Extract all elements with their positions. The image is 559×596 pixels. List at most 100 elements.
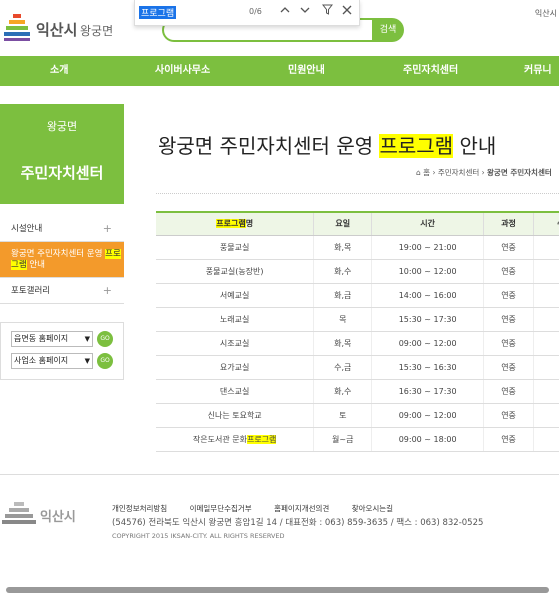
breadcrumb-home[interactable]: 홈 — [423, 168, 430, 177]
page-title: 왕궁면 주민자치센터 운영 프로그램 안내 — [158, 130, 496, 159]
column-header-course: 과정 — [483, 211, 535, 236]
home-icon[interactable]: ⌂ — [416, 168, 421, 177]
table-row: 신나는 토요학교 토 09:00 ~ 12:00 연중 — [156, 403, 559, 428]
nav-item-cyber-office[interactable]: 사이버사무소 — [155, 56, 210, 86]
table-row: 시조교실화,목09:00 ~ 12:00연중10 — [156, 331, 559, 356]
site-logo[interactable]: 익산시 왕궁면 — [0, 14, 130, 46]
close-icon[interactable] — [339, 4, 355, 20]
sidebar-header: 왕궁면 주민자치센터 — [0, 104, 124, 204]
cell-day: 수,금 — [313, 355, 373, 380]
shortcut-box: 읍면동 홈페이지 ▼ GO 사업소 홈페이지 ▼ GO — [0, 322, 124, 380]
funnel-icon[interactable] — [319, 4, 335, 20]
cell-day: 화,목 — [313, 331, 373, 356]
chevron-down-icon: ▼ — [84, 357, 90, 365]
table-row: 노래교실목15:30 ~ 17:30연중10 — [156, 307, 559, 332]
cell-course: 연중 — [483, 307, 535, 332]
cell-course: 연중 — [483, 283, 535, 308]
find-prev-icon[interactable] — [277, 4, 293, 20]
search-button[interactable]: 검색 — [372, 18, 404, 42]
find-bar: 프로그램 0/6 — [134, 0, 360, 26]
cell-time: 09:00 ~ 18:00 — [371, 427, 485, 452]
city-name: 익산시 — [36, 21, 78, 39]
table-row: 요가교실수,금15:30 ~ 16:30연중10 — [156, 355, 559, 380]
go-button[interactable]: GO — [97, 353, 113, 369]
cell-time: 09:00 ~ 12:00 — [371, 403, 485, 428]
sidebar-menu: 시설안내 + 왕궁면 주민자치센터 운영 프로 그램 안내 포토갤러리 + — [0, 216, 124, 304]
footer-link-feedback[interactable]: 홈페이지개선의견 — [274, 504, 329, 513]
cell-capacity: 10 — [533, 379, 559, 404]
go-button[interactable]: GO — [97, 331, 113, 347]
cell-text: 작은도서관 문화 — [192, 434, 247, 444]
footer-links: 개인정보처리방침 이메일무단수집거부 홈페이지개선의견 찾아오시는길 — [112, 503, 413, 514]
nav-item-community[interactable]: 커뮤니 — [524, 56, 552, 86]
nav-item-intro[interactable]: 소개 — [50, 56, 68, 86]
cell-time: 09:00 ~ 12:00 — [371, 331, 485, 356]
cell-program-name: 신나는 토요학교 — [156, 403, 315, 428]
cell-course: 연중 — [483, 331, 535, 356]
office-homepage-select[interactable]: 사업소 홈페이지 ▼ — [11, 353, 93, 369]
sidebar-item-label: 왕궁면 주민자치센터 운영 — [11, 249, 106, 259]
cell-time: 15:30 ~ 17:30 — [371, 307, 485, 332]
cell-course: 연중 — [483, 403, 535, 428]
cell-program-name: 노래교실 — [156, 307, 315, 332]
nav-item-civil-affairs[interactable]: 민원안내 — [288, 56, 325, 86]
cell-program-name: 요가교실 — [156, 355, 315, 380]
breadcrumb-level1[interactable]: 주민자치센터 — [438, 168, 479, 177]
find-highlight: 프로그램 — [246, 434, 277, 444]
cell-program-name: 시조교실 — [156, 331, 315, 356]
table-row: 댄스교실화,수16:30 ~ 17:30연중10 — [156, 379, 559, 404]
cell-time: 10:00 ~ 12:00 — [371, 259, 485, 284]
page: 익산시 왕궁면 검색 익산시 프로그램 0/6 소개 사이버사무소 민원안내 주… — [0, 0, 559, 596]
town-homepage-select[interactable]: 읍면동 홈페이지 ▼ — [11, 331, 93, 347]
column-header-day: 요일 — [313, 211, 373, 236]
column-header-capacity: 수강 — [533, 211, 559, 236]
cell-time: 19:00 ~ 21:00 — [371, 235, 485, 260]
page-title-text: 안내 — [453, 134, 497, 158]
sidebar-item-label: 시설안내 — [11, 224, 43, 234]
cell-day: 화,목 — [313, 235, 373, 260]
shortcut-row: 사업소 홈페이지 ▼ GO — [11, 353, 121, 369]
plus-icon[interactable]: + — [103, 216, 112, 242]
cell-day: 화,금 — [313, 283, 373, 308]
select-value: 사업소 홈페이지 — [14, 356, 69, 365]
cell-time: 16:30 ~ 17:30 — [371, 379, 485, 404]
sidebar-item-photo-gallery[interactable]: 포토갤러리 + — [0, 278, 124, 304]
cell-program-name: 서예교실 — [156, 283, 315, 308]
sidebar-item-label: 포토갤러리 — [11, 286, 51, 296]
page-title-text: 왕궁면 주민자치센터 운영 — [158, 134, 380, 158]
chevron-down-icon: ▼ — [84, 335, 90, 343]
cell-course: 연중 — [483, 355, 535, 380]
breadcrumb: ⌂ 홈 › 주민자치센터 › 왕궁면 주민자치센터 — [416, 167, 552, 178]
cell-program-name: 풍물교실 — [156, 235, 315, 260]
find-query-input[interactable]: 프로그램 — [139, 6, 177, 19]
horizontal-scrollbar[interactable] — [6, 587, 549, 593]
sidebar-item-program-guide[interactable]: 왕궁면 주민자치센터 운영 프로 그램 안내 — [0, 242, 124, 278]
cell-day: 화,수 — [313, 379, 373, 404]
cell-capacity — [533, 403, 559, 428]
footer-link-email-refusal[interactable]: 이메일무단수집거부 — [190, 504, 252, 513]
footer-city-name: 익산시 — [40, 510, 76, 525]
footer-link-privacy[interactable]: 개인정보처리방침 — [112, 504, 167, 513]
breadcrumb-separator-icon: › — [481, 168, 485, 177]
find-highlight: 프로 — [105, 249, 121, 259]
select-value: 읍면동 홈페이지 — [14, 334, 69, 343]
city-logo-icon — [2, 502, 36, 524]
find-next-icon[interactable] — [297, 4, 313, 20]
cell-program-name: 작은도서관 문화프로그램 — [156, 427, 315, 452]
nav-item-community-center[interactable]: 주민자치센터 — [403, 56, 458, 86]
main-nav: 소개 사이버사무소 민원안내 주민자치센터 커뮤니 — [0, 56, 559, 86]
column-header-program: 프로그램명 — [156, 211, 315, 236]
plus-icon[interactable]: + — [103, 278, 112, 304]
cell-program-name: 풍물교실(농장반) — [156, 259, 315, 284]
sidebar-title: 주민자치센터 — [20, 164, 104, 182]
sidebar-item-facilities[interactable]: 시설안내 + — [0, 216, 124, 242]
util-link[interactable]: 익산시 — [535, 8, 557, 19]
footer-link-directions[interactable]: 찾아오시는길 — [352, 504, 393, 513]
footer-address: (54576) 전라북도 익산시 왕궁면 흥암1길 14 / 대표전화 : 06… — [112, 518, 484, 528]
city-logo-icon — [4, 14, 30, 41]
cell-capacity: 10 — [533, 235, 559, 260]
footer-copyright: COPYRIGHT 2015 IKSAN-CITY. ALL RIGHTS RE… — [112, 532, 285, 540]
table-header-row: 프로그램명 요일 시간 과정 수강 — [156, 211, 559, 236]
sidebar-subtitle: 왕궁면 — [46, 120, 78, 133]
cell-day: 토 — [313, 403, 373, 428]
